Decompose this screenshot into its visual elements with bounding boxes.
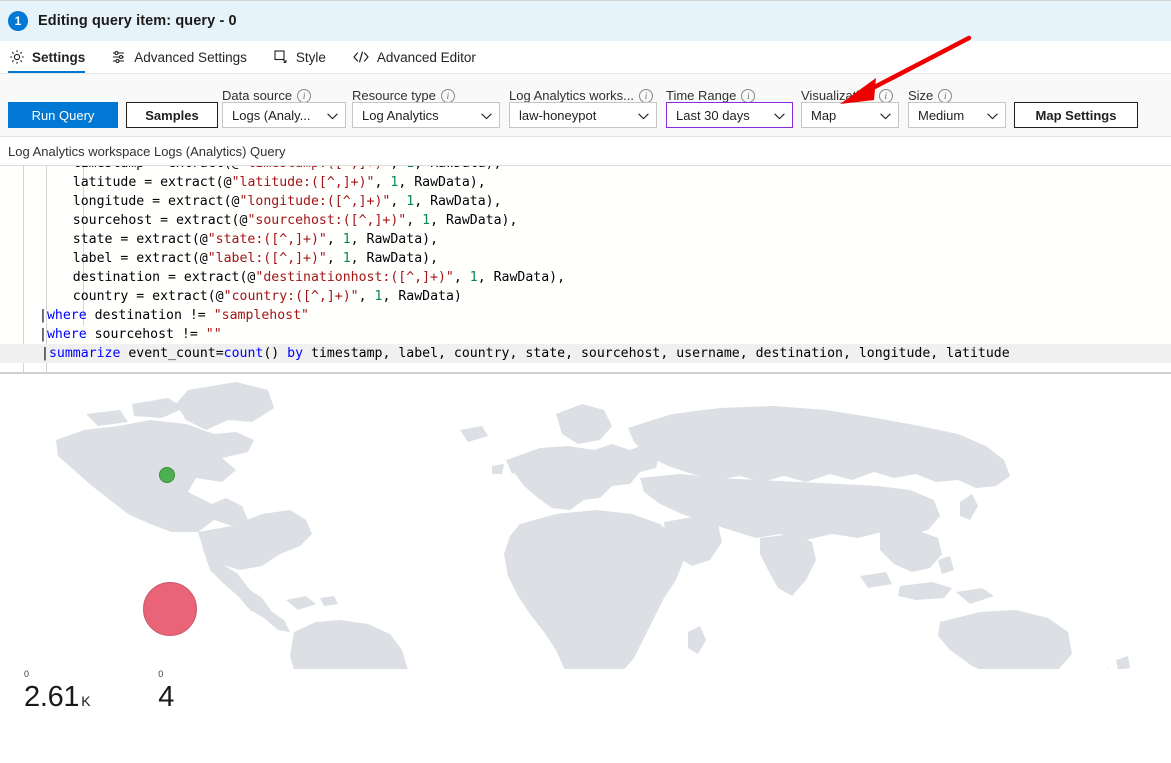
info-icon-time-range[interactable]: i (741, 88, 756, 103)
gear-icon (9, 49, 25, 65)
code-line: sourcehost = extract(@"sourcehost:([^,]+… (41, 213, 518, 228)
map-settings-button[interactable]: Map Settings (1014, 102, 1138, 128)
metric-value: 2.61 (24, 681, 80, 713)
metric-tile: 0 4 (158, 669, 176, 718)
world-map-visualization[interactable] (0, 374, 1171, 669)
info-icon-data-source[interactable]: i (297, 88, 312, 103)
visualization-dropdown[interactable]: Map (801, 102, 899, 128)
run-query-button[interactable]: Run Query (8, 102, 118, 128)
tab-advanced-editor[interactable]: Advanced Editor (347, 41, 489, 73)
page-title: Editing query item: query - 0 (38, 13, 237, 29)
code-line: |where destination != "samplehost" (39, 308, 309, 323)
query-controls-toolbar: Run Query Samples Data source i Logs (An… (0, 74, 1171, 137)
resource-type-dropdown[interactable]: Log Analytics (352, 102, 500, 128)
summary-metrics: 0 2.61 K 0 4 (0, 669, 1171, 718)
metric-value-wrap: 2.61 K (24, 680, 91, 718)
step-number-badge: 1 (8, 11, 28, 31)
data-source-label: Data source i (222, 88, 312, 103)
time-range-label: Time Range i (666, 88, 756, 103)
sliders-icon (111, 49, 127, 65)
info-icon-size[interactable]: i (938, 88, 953, 103)
metric-unit: K (81, 693, 91, 709)
code-line: timestamp = extract(@"timestamp:([^,]+)"… (0, 166, 1171, 173)
resource-type-label: Resource type i (352, 88, 455, 103)
query-caption: Log Analytics workspace Logs (Analytics)… (0, 137, 1171, 165)
workspace-value: law-honeypot (519, 107, 597, 123)
code-line: |where sourcehost != "" (39, 327, 222, 342)
code-line: longitude = extract(@"longitude:([^,]+)"… (41, 194, 502, 209)
workspace-label: Log Analytics works... i (509, 88, 653, 103)
tab-settings-label: Settings (32, 49, 86, 65)
chevron-down-icon (880, 108, 891, 123)
size-dropdown[interactable]: Medium (908, 102, 1006, 128)
metric-value: 4 (158, 681, 175, 713)
tab-settings[interactable]: Settings (4, 41, 98, 73)
square-arrow-icon (273, 49, 289, 65)
info-icon-resource-type[interactable]: i (440, 88, 455, 103)
red-bubble[interactable] (143, 582, 197, 636)
samples-button[interactable]: Samples (126, 102, 218, 128)
size-value: Medium (918, 107, 965, 123)
code-line: label = extract(@"label:([^,]+)", 1, Raw… (41, 251, 439, 266)
code-line: country = extract(@"country:([^,]+)", 1,… (41, 289, 462, 304)
time-range-dropdown[interactable]: Last 30 days (666, 102, 793, 128)
tab-advanced-editor-label: Advanced Editor (376, 49, 476, 65)
editor-code-lines: timestamp = extract(@"timestamp:([^,]+)"… (0, 166, 1171, 363)
metric-tile: 0 2.61 K (24, 669, 91, 718)
green-bubble[interactable] (159, 467, 175, 483)
code-line: destination = extract(@"destinationhost:… (41, 270, 566, 285)
code-line: latitude = extract(@"latitude:([^,]+)", … (41, 175, 486, 190)
metric-sublabel: 0 (158, 669, 164, 679)
workspace-dropdown[interactable]: law-honeypot (509, 102, 657, 128)
chevron-down-icon (481, 108, 492, 123)
data-source-dropdown[interactable]: Logs (Analy... (222, 102, 346, 128)
chevron-down-icon (987, 108, 998, 123)
info-icon-visualization[interactable]: i (878, 88, 893, 103)
info-icon-workspace[interactable]: i (639, 88, 653, 103)
time-range-value: Last 30 days (676, 107, 750, 123)
chevron-down-icon (638, 108, 649, 123)
code-line: |summarize event_count=count() by timest… (0, 344, 1171, 363)
size-label: Size i (908, 88, 953, 103)
editing-header-banner: 1 Editing query item: query - 0 (0, 0, 1171, 41)
map-landmasses (56, 382, 1130, 669)
data-source-value: Logs (Analy... (232, 107, 311, 123)
metric-value-wrap: 4 (158, 680, 176, 718)
visualization-value: Map (811, 107, 837, 123)
tab-style[interactable]: Style (268, 41, 339, 73)
code-brackets-icon (352, 49, 370, 65)
metric-sublabel: 0 (24, 669, 30, 679)
visualization-label: Visualization i (801, 88, 893, 103)
chevron-down-icon (327, 108, 338, 123)
tab-style-label: Style (295, 49, 326, 65)
kql-query-editor[interactable]: timestamp = extract(@"timestamp:([^,]+)"… (0, 165, 1171, 374)
tab-advanced-settings[interactable]: Advanced Settings (106, 41, 260, 73)
resource-type-value: Log Analytics (362, 107, 439, 123)
code-line: state = extract(@"state:([^,]+)", 1, Raw… (41, 232, 439, 247)
tab-advanced-settings-label: Advanced Settings (134, 49, 247, 65)
chevron-down-icon (774, 108, 785, 123)
editor-tabbar: Settings Advanced Settings Style Advance… (0, 41, 1171, 74)
